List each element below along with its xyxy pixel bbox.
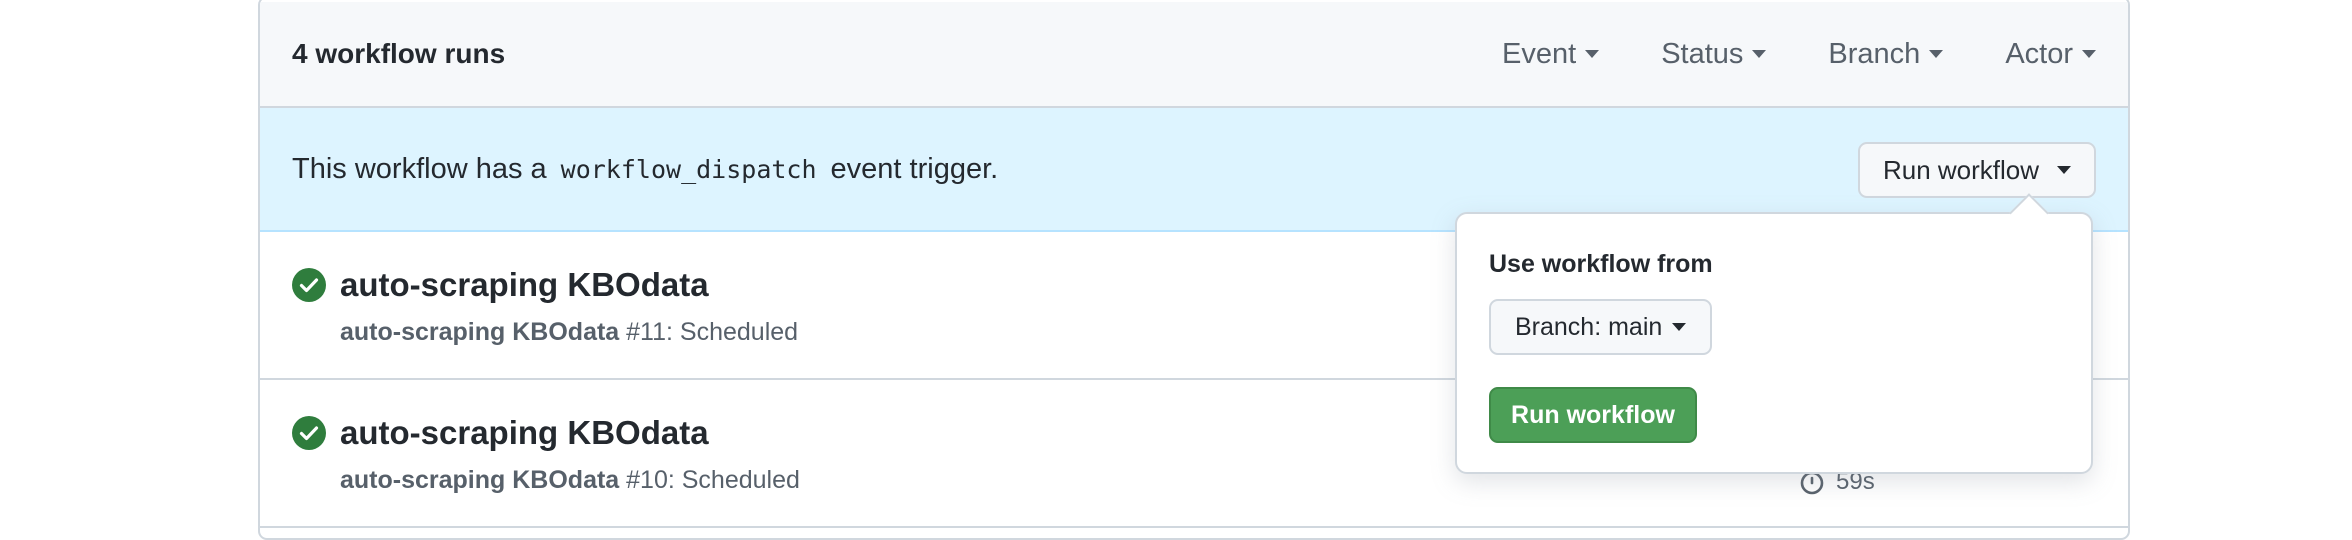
status-filter[interactable]: Status [1661,37,1767,71]
run-workflow-popover: Use workflow from Branch: main Run workf… [1455,193,2093,474]
run-workflow-submit-button[interactable]: Run workflow [1489,387,1697,443]
event-filter-label: Event [1502,37,1577,70]
caret-down-icon [1585,50,1600,58]
branch-filter[interactable]: Branch [1828,37,1944,71]
caret-down-icon [1752,50,1767,58]
banner-text-after: event trigger. [830,152,999,185]
check-circle-icon [292,268,326,302]
run-title[interactable]: auto-scraping KBOdata [340,414,709,452]
event-filter[interactable]: Event [1502,37,1600,71]
run-meta: auto-scraping KBOdata #10: Scheduled [340,466,800,495]
run-workflow-name: auto-scraping KBOdata [340,466,620,494]
runs-header: 4 workflow runs Event Status Branch Acto… [260,2,2128,108]
run-number-trigger: #10: Scheduled [626,466,800,494]
filters: Event Status Branch Actor [1440,38,2096,71]
caret-down-icon [2057,166,2072,174]
status-filter-label: Status [1661,37,1744,70]
actor-filter-label: Actor [2005,37,2073,70]
run-title[interactable]: auto-scraping KBOdata [340,266,709,304]
banner-text-before: This workflow has a [292,152,547,185]
branch-select-button[interactable]: Branch: main [1489,299,1713,355]
check-circle-icon [292,416,326,450]
caret-down-icon [1929,50,1944,58]
caret-down-icon [2082,50,2096,58]
caret-down-icon [1672,323,1687,331]
branch-select-label: Branch: main [1515,312,1663,341]
run-workflow-button[interactable]: Run workflow [1858,142,2096,198]
runs-count: 4 workflow runs [292,38,506,69]
run-meta: auto-scraping KBOdata #11: Scheduled [340,318,798,347]
run-workflow-name: auto-scraping KBOdata [340,318,620,346]
run-number-trigger: #11: Scheduled [626,318,799,346]
banner-text: This workflow has a workflow_dispatch ev… [292,153,998,186]
use-workflow-from-label: Use workflow from [1489,250,1713,278]
run-workflow-button-label: Run workflow [1882,154,2040,185]
banner-code: workflow_dispatch [560,154,817,184]
actor-filter[interactable]: Actor [2005,38,2096,71]
branch-filter-label: Branch [1828,37,1921,70]
